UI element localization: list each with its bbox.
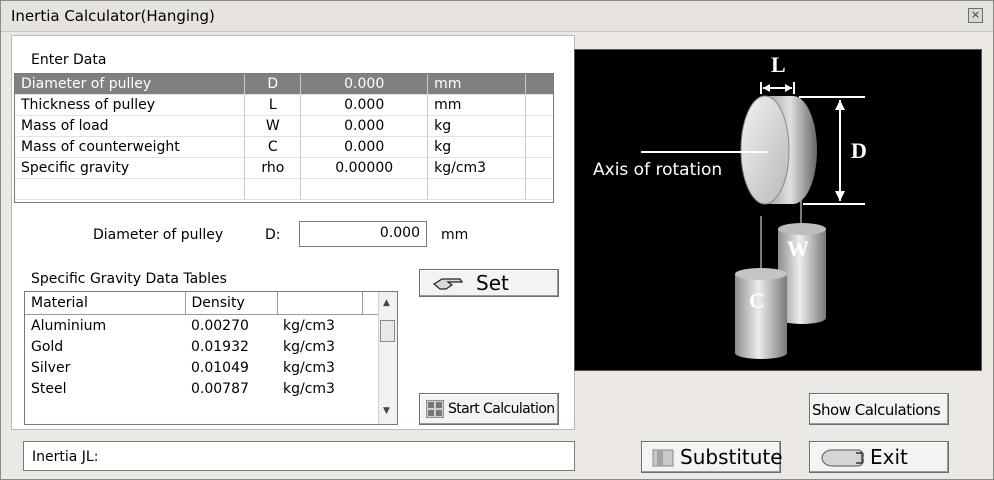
enter-data-heading: Enter Data (31, 52, 107, 68)
param-name: Mass of counterweight (15, 136, 246, 158)
col-header-material[interactable]: Material (25, 292, 186, 315)
param-value[interactable]: 0.00000 (300, 157, 429, 179)
table-row[interactable]: Diameter of pulley D 0.000 mm (15, 74, 553, 95)
table-row[interactable] (15, 178, 553, 200)
material-name: Aluminium (31, 317, 107, 334)
col-header-unit[interactable] (277, 292, 363, 315)
gravity-table-scrollbar[interactable]: ▲ ▼ (378, 292, 397, 424)
current-field-unit: mm (441, 227, 469, 243)
app-window: Inertia Calculator(Hanging) × Enter Data… (0, 0, 994, 480)
table-row[interactable]: Aluminium 0.00270 kg/cm3 (25, 315, 380, 337)
table-row[interactable]: Gold 0.01932 kg/cm3 (25, 336, 380, 357)
table-row[interactable]: Thickness of pulley L 0.000 mm (15, 94, 553, 116)
diameter-symbol-label: D (851, 138, 867, 163)
material-unit: kg/cm3 (283, 317, 335, 334)
window-title: Inertia Calculator(Hanging) (11, 7, 215, 25)
param-value[interactable]: 0.000 (300, 94, 429, 116)
hand-pointer-icon (432, 278, 464, 290)
show-calculations-label: Show Calculations (812, 401, 941, 419)
param-unit: mm (427, 94, 527, 116)
current-field-label: Diameter of pulley (93, 227, 224, 243)
param-value[interactable]: 0.000 (300, 74, 429, 95)
substitute-icon (652, 449, 674, 467)
table-header-row: Material Density (25, 292, 380, 315)
pulley-illustration (641, 82, 865, 359)
gravity-table-heading: Specific Gravity Data Tables (31, 271, 227, 287)
material-density: 0.00787 (191, 380, 249, 397)
set-button-label: Set (476, 271, 509, 295)
close-icon[interactable]: × (968, 8, 983, 23)
material-density: 0.01049 (191, 359, 249, 376)
material-unit: kg/cm3 (283, 359, 335, 376)
current-field-input[interactable]: 0.000 (299, 221, 427, 247)
calculator-icon (426, 400, 444, 418)
param-value[interactable]: 0.000 (300, 136, 429, 158)
param-symbol: W (244, 115, 302, 137)
param-value[interactable]: 0.000 (300, 115, 429, 137)
param-symbol: L (244, 94, 302, 116)
param-unit: mm (427, 74, 527, 95)
table-row[interactable]: Silver 0.01049 kg/cm3 (25, 357, 380, 378)
material-unit: kg/cm3 (283, 338, 335, 355)
scroll-thumb[interactable] (380, 320, 395, 342)
param-symbol: C (244, 136, 302, 158)
param-unit: kg (427, 115, 527, 137)
counterweight-symbol-label: C (749, 288, 765, 313)
param-name: Mass of load (15, 115, 246, 137)
pulley-diagram: Axis of rotation L D W C (574, 49, 982, 371)
table-row[interactable]: Mass of load W 0.000 kg (15, 115, 553, 137)
current-field-symbol: D: (265, 227, 281, 243)
substitute-button-label: Substitute (680, 445, 783, 469)
show-calculations-button[interactable]: Show Calculations (809, 393, 949, 425)
thickness-symbol-label: L (771, 52, 786, 77)
param-symbol: rho (244, 157, 302, 179)
param-unit: kg (427, 136, 527, 158)
param-name: Specific gravity (15, 157, 246, 179)
exit-button[interactable]: Exit (809, 441, 949, 473)
material-unit: kg/cm3 (283, 380, 335, 397)
substitute-button[interactable]: Substitute (641, 441, 783, 473)
scroll-down-icon[interactable]: ▼ (383, 406, 390, 416)
col-header-density[interactable]: Density (185, 292, 278, 315)
exit-icon (821, 449, 864, 467)
load-symbol-label: W (787, 236, 809, 261)
start-calculation-label: Start Calculation (448, 401, 555, 417)
gravity-table[interactable]: Material Density Aluminium 0.00270 kg/cm… (24, 291, 398, 425)
title-bar: Inertia Calculator(Hanging) × (1, 1, 993, 32)
param-symbol: D (244, 74, 302, 95)
param-name: Thickness of pulley (15, 94, 246, 116)
exit-button-label: Exit (870, 445, 908, 469)
material-density: 0.00270 (191, 317, 249, 334)
inertia-result-field: Inertia JL: (23, 441, 575, 471)
param-name: Diameter of pulley (15, 74, 246, 95)
table-row[interactable]: Steel 0.00787 kg/cm3 (25, 378, 380, 399)
scroll-up-icon[interactable]: ▲ (383, 298, 390, 308)
set-button[interactable]: Set (419, 269, 559, 297)
start-calculation-button[interactable]: Start Calculation (419, 393, 559, 425)
table-row[interactable]: Mass of counterweight C 0.000 kg (15, 136, 553, 158)
table-row[interactable]: Specific gravity rho 0.00000 kg/cm3 (15, 157, 553, 179)
material-name: Silver (31, 359, 71, 376)
material-name: Gold (31, 338, 64, 355)
material-name: Steel (31, 380, 67, 397)
enter-data-grid[interactable]: Diameter of pulley D 0.000 mm Thickness … (14, 73, 554, 203)
axis-of-rotation-label: Axis of rotation (593, 160, 723, 180)
material-density: 0.01932 (191, 338, 249, 355)
param-unit: kg/cm3 (427, 157, 527, 179)
